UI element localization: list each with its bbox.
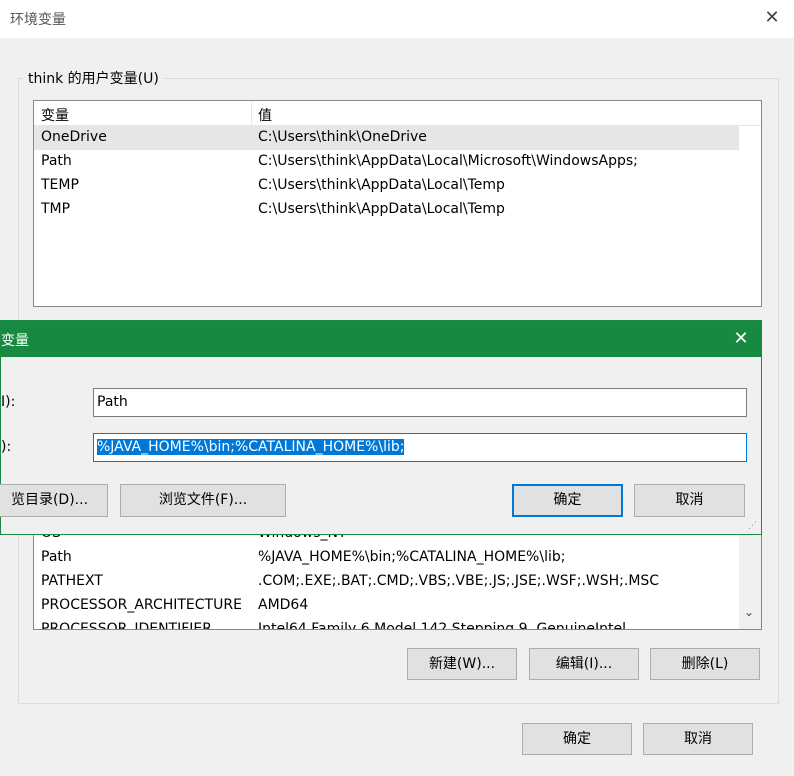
resize-grip-icon[interactable]: ⋰ xyxy=(748,521,758,531)
header-value[interactable]: 值 xyxy=(258,105,272,125)
list-item[interactable]: Path C:\Users\think\AppData\Local\Micros… xyxy=(34,150,739,174)
dialog-title-bar: 变量 ✕ xyxy=(1,321,761,357)
list-item[interactable]: PATHEXT .COM;.EXE;.BAT;.CMD;.VBS;.VBE;.J… xyxy=(34,570,739,594)
close-icon[interactable]: ✕ xyxy=(760,6,784,30)
list-item[interactable]: PROCESSOR_ARCHITECTURE AMD64 xyxy=(34,594,739,618)
main-window-title: 环境变量 xyxy=(10,12,66,28)
list-item[interactable]: OneDrive C:\Users\think\OneDrive xyxy=(34,126,739,150)
edit-button[interactable]: 编辑(I)... xyxy=(529,648,639,680)
new-button[interactable]: 新建(W)... xyxy=(407,648,517,680)
edit-variable-dialog: 变量 ✕ I): Path ): %JAVA_HOME%\bin;%CATALI… xyxy=(0,320,762,535)
list-item[interactable]: PROCESSOR_IDENTIFIER Intel64 Family 6 Mo… xyxy=(34,618,739,629)
list-item[interactable]: TEMP C:\Users\think\AppData\Local\Temp xyxy=(34,174,739,198)
variable-name-input[interactable]: Path xyxy=(93,388,747,417)
list-header: 变量 值 xyxy=(34,101,761,126)
user-vars-group-label: think 的用户变量(U) xyxy=(24,68,163,88)
main-title-bar xyxy=(0,0,794,38)
dialog-title: 变量 xyxy=(1,333,29,349)
browse-directory-button[interactable]: 览目录(D)... xyxy=(0,484,108,517)
cancel-button[interactable]: 取消 xyxy=(643,723,753,755)
ok-button[interactable]: 确定 xyxy=(522,723,632,755)
variable-value-input[interactable]: %JAVA_HOME%\bin;%CATALINA_HOME%\lib; xyxy=(93,433,747,462)
browse-file-button[interactable]: 浏览文件(F)... xyxy=(120,484,286,517)
user-vars-list[interactable]: 变量 值 OneDrive C:\Users\think\OneDrive Pa… xyxy=(33,100,762,307)
list-item[interactable]: Path %JAVA_HOME%\bin;%CATALINA_HOME%\lib… xyxy=(34,546,739,570)
chevron-down-icon[interactable]: ⌄ xyxy=(744,605,754,619)
dialog-ok-button[interactable]: 确定 xyxy=(512,484,623,517)
delete-button[interactable]: 删除(L) xyxy=(650,648,760,680)
selected-text: %JAVA_HOME%\bin;%CATALINA_HOME%\lib; xyxy=(97,439,405,455)
variable-name-label: I): xyxy=(1,394,16,410)
dialog-cancel-button[interactable]: 取消 xyxy=(634,484,745,517)
dialog-close-icon[interactable]: ✕ xyxy=(729,327,753,351)
header-variable[interactable]: 变量 xyxy=(41,105,69,125)
variable-value-label: ): xyxy=(1,439,12,455)
list-item[interactable]: TMP C:\Users\think\AppData\Local\Temp xyxy=(34,198,739,222)
